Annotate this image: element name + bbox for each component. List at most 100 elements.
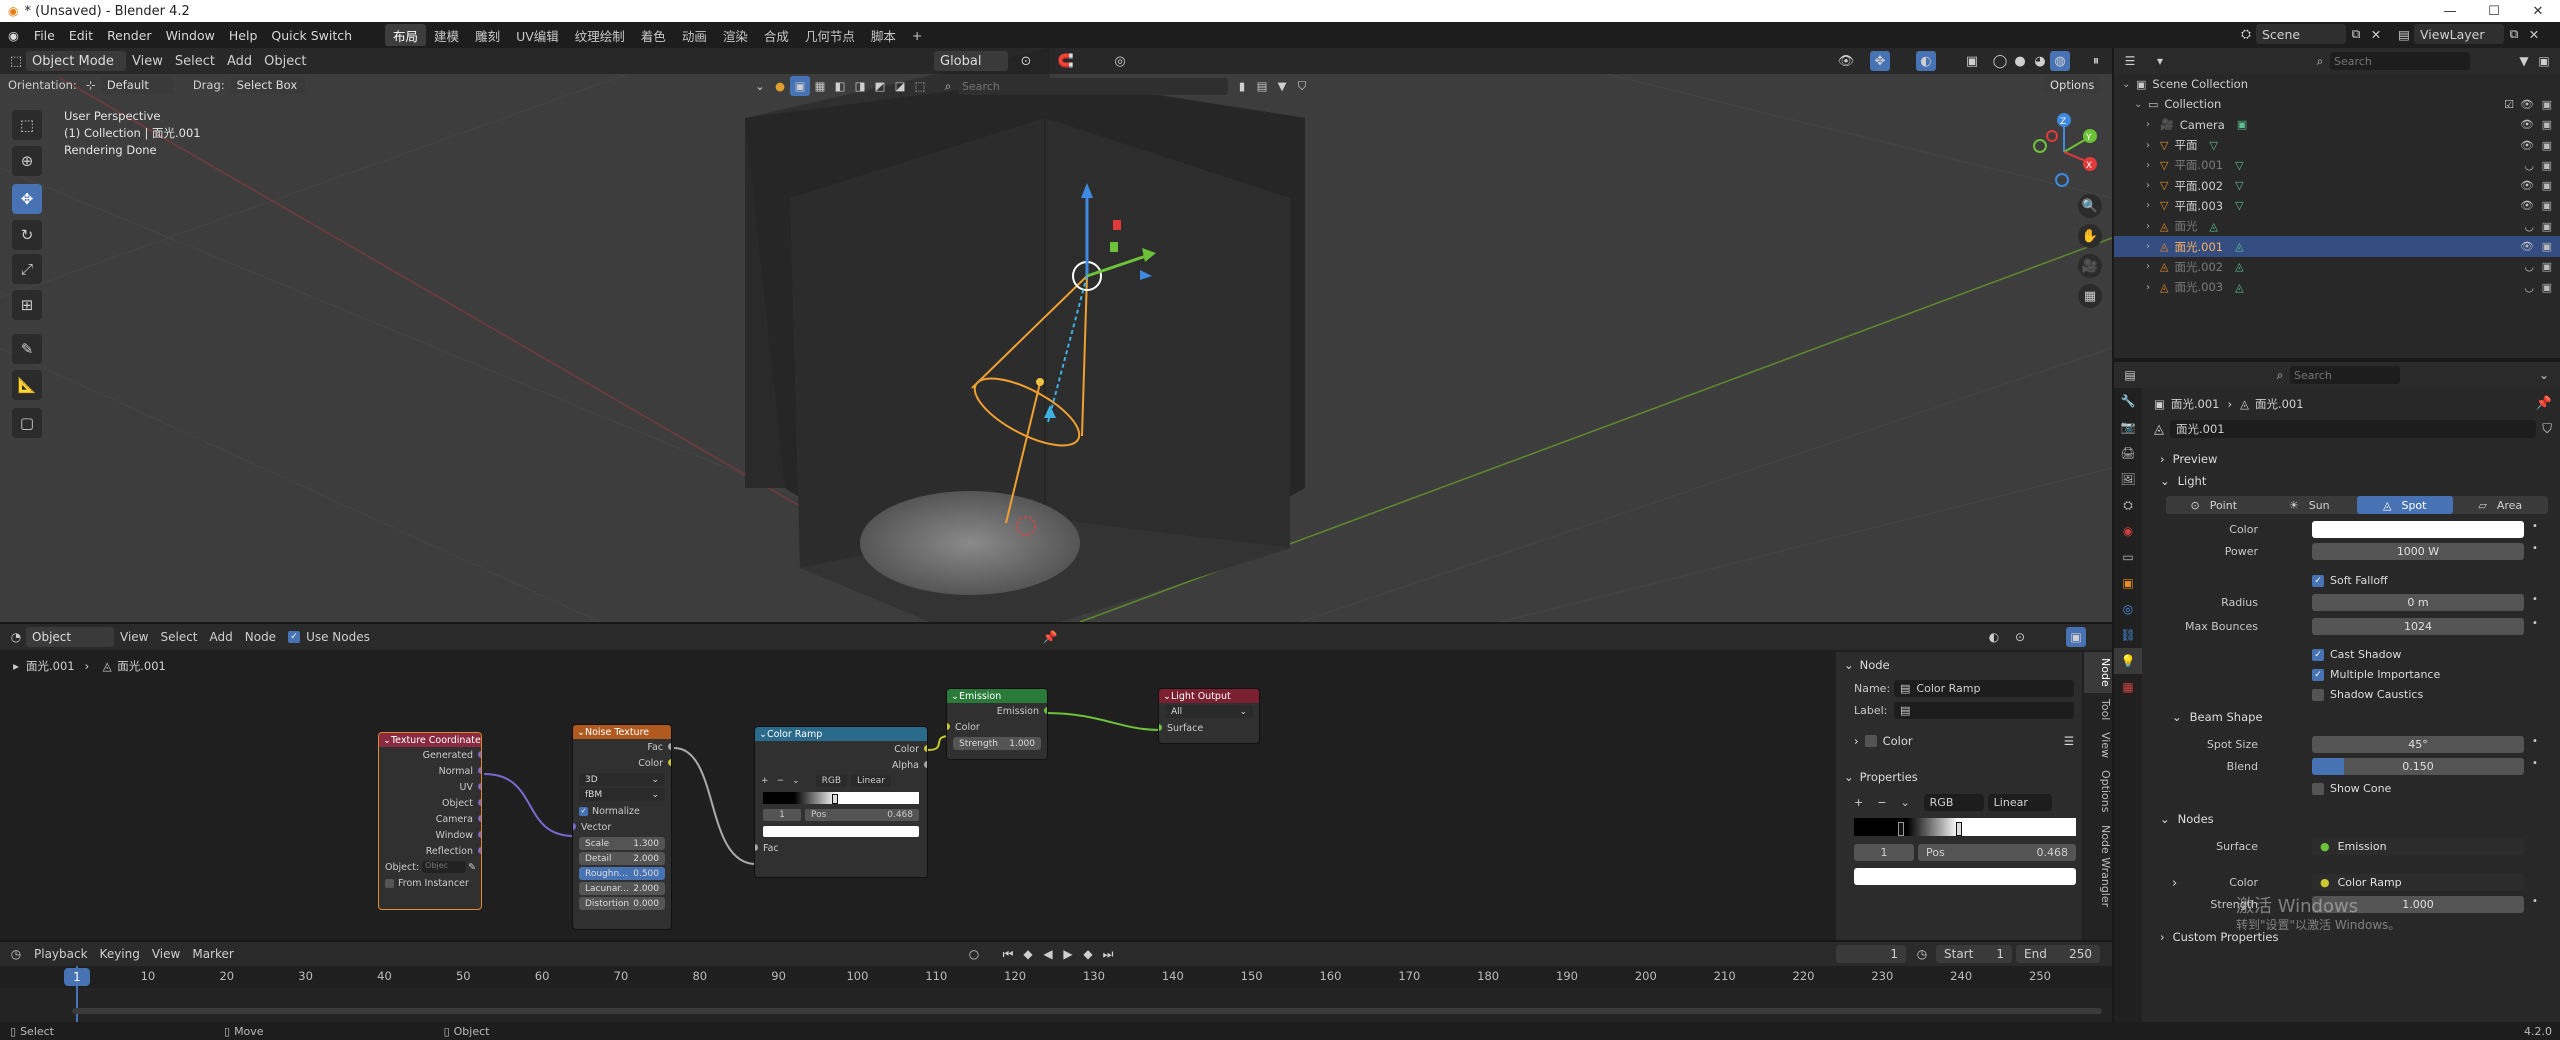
- outliner-row-name[interactable]: 面光.002: [2174, 259, 2223, 275]
- node-backdrop-icon[interactable]: ▣: [2066, 627, 2086, 647]
- light-section[interactable]: ⌄ Light: [2160, 474, 2206, 488]
- outliner-row-name[interactable]: Camera: [2180, 118, 2225, 132]
- light-type-spot[interactable]: ◬ Spot: [2357, 496, 2453, 514]
- object-tab-icon[interactable]: ▣: [2114, 570, 2142, 596]
- snap-icon[interactable]: 🧲: [1056, 51, 1076, 71]
- maximize-button[interactable]: ☐: [2472, 0, 2516, 22]
- render-camera-icon[interactable]: ▣: [2542, 260, 2552, 273]
- normalize-checkbox[interactable]: ✓: [579, 806, 588, 816]
- physics-tab-icon[interactable]: ◎: [2114, 596, 2142, 622]
- texture-coordinate-node[interactable]: ⌄ Texture Coordinate Generated Normal UV…: [378, 732, 482, 910]
- noise-type-dropdown[interactable]: fBM ⌄: [579, 788, 665, 801]
- show-cone-checkbox[interactable]: [2312, 782, 2324, 795]
- add-cube-tool-button[interactable]: ▢: [12, 408, 42, 438]
- noise-dimension-dropdown[interactable]: 3D ⌄: [579, 773, 665, 786]
- render-camera-icon[interactable]: ▣: [2542, 159, 2552, 172]
- sidebar-ramp-stop-right[interactable]: [1956, 822, 1963, 836]
- socket-ramp-color[interactable]: [924, 745, 927, 752]
- light-data-icon[interactable]: ◬: [2235, 260, 2243, 273]
- socket-emission-color-in[interactable]: [947, 723, 950, 730]
- sidebar-tab-node-wrangler[interactable]: Node Wrangler: [2084, 819, 2112, 913]
- noise-lacunarity-field[interactable]: Lacunar... 2.000: [579, 882, 665, 895]
- visibility-eye-icon[interactable]: ◡: [2524, 281, 2534, 294]
- annotate-tool-button[interactable]: ✎: [12, 334, 42, 364]
- visibility-eye-icon[interactable]: 👁: [2520, 98, 2534, 111]
- viewport-menu-object[interactable]: Object: [264, 54, 306, 69]
- eyedropper-icon[interactable]: ✎: [468, 862, 476, 873]
- viewlayer-selector[interactable]: ViewLayer: [2414, 24, 2504, 44]
- emission-node[interactable]: ⌄ Emission Emission Color Strength 1.000: [946, 688, 1048, 760]
- emission-node-header[interactable]: ⌄ Emission: [947, 689, 1047, 703]
- viewport-menu-add[interactable]: Add: [227, 54, 252, 69]
- noise-out-color[interactable]: Color: [573, 755, 671, 771]
- light-color-swatch[interactable]: [2312, 521, 2524, 538]
- world-tab-icon[interactable]: ◉: [2114, 518, 2142, 544]
- viewport-search-input[interactable]: [958, 77, 1228, 95]
- multiple-importance-toggle[interactable]: ✓ Multiple Importance: [2312, 668, 2440, 681]
- nodes-section[interactable]: ⌄ Nodes: [2160, 812, 2214, 826]
- render-tab-icon[interactable]: 📷: [2114, 414, 2142, 440]
- workspace-tab-sculpting[interactable]: 雕刻: [467, 24, 508, 46]
- outliner-row[interactable]: › ▽ 平面.002 ▽ 👁 ▣: [2114, 175, 2560, 195]
- shadow-caustics-toggle[interactable]: Shadow Caustics: [2312, 688, 2423, 701]
- outliner-filter-icon[interactable]: ▼: [2514, 51, 2534, 71]
- timeline-menu-marker[interactable]: Marker: [192, 947, 233, 961]
- pan-view-button[interactable]: ✋: [2078, 224, 2102, 248]
- workspace-tab-animation[interactable]: 动画: [674, 24, 715, 46]
- node-name-field[interactable]: ▤ Color Ramp: [1894, 680, 2074, 697]
- menu-help[interactable]: Help: [222, 24, 265, 46]
- render-camera-icon[interactable]: ▣: [2542, 199, 2552, 212]
- outliner-row[interactable]: › ◬ 面光 ◬ ◡ ▣: [2114, 216, 2560, 236]
- soft-falloff-checkbox[interactable]: ✓: [2312, 574, 2324, 587]
- render-pass-icon-7[interactable]: ◪: [890, 76, 910, 96]
- cast-shadow-toggle[interactable]: ✓ Cast Shadow: [2312, 648, 2401, 661]
- ramp-stop-handle[interactable]: [831, 794, 838, 804]
- menu-quick-switch[interactable]: Quick Switch: [264, 24, 359, 46]
- sidebar-ramp-add[interactable]: +: [1854, 796, 1863, 809]
- zoom-view-button[interactable]: 🔍: [2078, 194, 2102, 218]
- constraints-tab-icon[interactable]: ⛓: [2114, 622, 2142, 648]
- colorramp-out-color[interactable]: Color: [755, 741, 927, 757]
- ramp-remove-stop-button[interactable]: −: [777, 776, 785, 786]
- scene-icon[interactable]: ⛭: [2236, 24, 2256, 44]
- collection-tab-icon[interactable]: ▭: [2114, 544, 2142, 570]
- gizmo-toggle-icon[interactable]: ✥: [1870, 51, 1890, 71]
- node-color-checkbox[interactable]: [1864, 735, 1877, 747]
- workspace-tab-uv-editing[interactable]: UV编辑: [508, 24, 567, 46]
- timeline-menu-playback[interactable]: Playback: [34, 947, 88, 961]
- render-camera-icon[interactable]: ▣: [2542, 98, 2552, 111]
- workspace-tab-shading[interactable]: 着色: [633, 24, 674, 46]
- transform-orientation-dropdown[interactable]: Global: [934, 51, 1008, 71]
- workspace-tab-geometry-nodes[interactable]: 几何节点: [797, 24, 863, 46]
- texcoord-out-uv[interactable]: UV: [379, 779, 481, 795]
- sidebar-ramp-interp[interactable]: Linear: [1987, 794, 2052, 811]
- workspace-tab-compositing[interactable]: 合成: [756, 24, 797, 46]
- outliner-row[interactable]: › ◬ 面光.003 ◬ ◡ ▣: [2114, 277, 2560, 297]
- render-pass-icon-8[interactable]: ⬚: [910, 76, 930, 96]
- jump-start-icon[interactable]: ⏮: [998, 944, 1018, 964]
- light-type-sun[interactable]: ☀ Sun: [2262, 496, 2358, 514]
- sidebar-ramp-more[interactable]: ⌄: [1900, 796, 1909, 809]
- max-bounces-field[interactable]: 1024: [2312, 618, 2524, 635]
- camera-view-button[interactable]: 🎥: [2078, 254, 2102, 278]
- colorramp-node-header[interactable]: ⌄ Color Ramp: [755, 727, 927, 741]
- texcoord-object-picker[interactable]: Objec: [422, 861, 467, 873]
- outliner-row-name[interactable]: 面光.001: [2174, 239, 2223, 255]
- node-color-section[interactable]: › Color ☰: [1854, 734, 2074, 748]
- select-tool-button[interactable]: ⬚: [12, 110, 42, 140]
- timeline-scrollbar[interactable]: [72, 1008, 2102, 1014]
- record-icon[interactable]: ○: [964, 944, 984, 964]
- visibility-eye-icon[interactable]: 👁: [2520, 118, 2534, 131]
- workspace-tab-rendering[interactable]: 渲染: [715, 24, 756, 46]
- navigation-gizmo[interactable]: Z Y X: [2022, 108, 2112, 198]
- editor-type-timeline-icon[interactable]: ◷: [6, 944, 26, 964]
- keyframe-dot[interactable]: •: [2532, 896, 2538, 907]
- blender-menu-icon[interactable]: ◉: [0, 28, 27, 43]
- keyframe-dot[interactable]: •: [2532, 618, 2538, 629]
- sidebar-stop-index[interactable]: 1: [1854, 844, 1914, 861]
- jump-end-icon[interactable]: ⏭: [1098, 944, 1118, 964]
- xray-icon[interactable]: ▣: [1962, 51, 1982, 71]
- render-camera-icon[interactable]: ▣: [2542, 220, 2552, 233]
- shading-wireframe-icon[interactable]: ◯: [1990, 51, 2010, 71]
- visibility-eye-icon[interactable]: ◡: [2524, 159, 2534, 172]
